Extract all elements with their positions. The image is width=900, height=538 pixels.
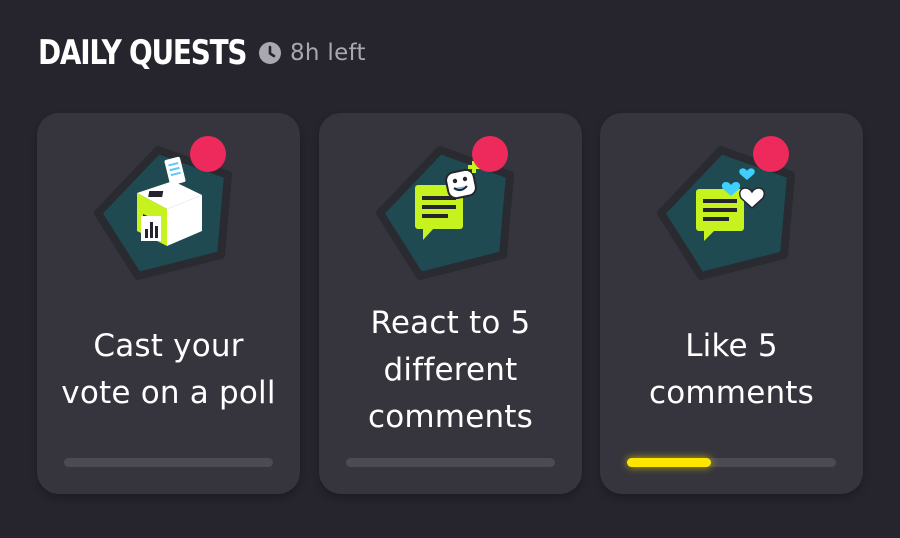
quest-description: React to 5 different comments	[367, 305, 534, 435]
quest-progress-bar	[627, 458, 836, 467]
quest-progress-bar	[64, 458, 273, 467]
quest-timer: 8h left	[258, 40, 366, 66]
clock-icon	[259, 42, 281, 64]
page-title: DAILY QUESTS	[38, 33, 247, 73]
quest-description: Cast your vote on a poll	[61, 328, 276, 411]
quest-card-react-comments[interactable]: React to 5 different comments	[319, 113, 582, 494]
quest-card-vote-poll[interactable]: Cast your vote on a poll	[37, 113, 300, 494]
quest-description: Like 5 comments	[648, 328, 815, 411]
notification-dot	[472, 136, 508, 172]
quest-badge	[319, 113, 582, 293]
progress-fill	[627, 458, 711, 467]
quest-progress-bar	[346, 458, 555, 467]
quests-header: DAILY QUESTS 8h left	[38, 30, 366, 76]
notification-dot	[190, 136, 226, 172]
quest-badge	[600, 113, 863, 293]
notification-dot	[753, 136, 789, 172]
quest-badge	[37, 113, 300, 293]
timer-text: 8h left	[290, 40, 366, 66]
quest-card-like-comments[interactable]: Like 5 comments	[600, 113, 863, 494]
